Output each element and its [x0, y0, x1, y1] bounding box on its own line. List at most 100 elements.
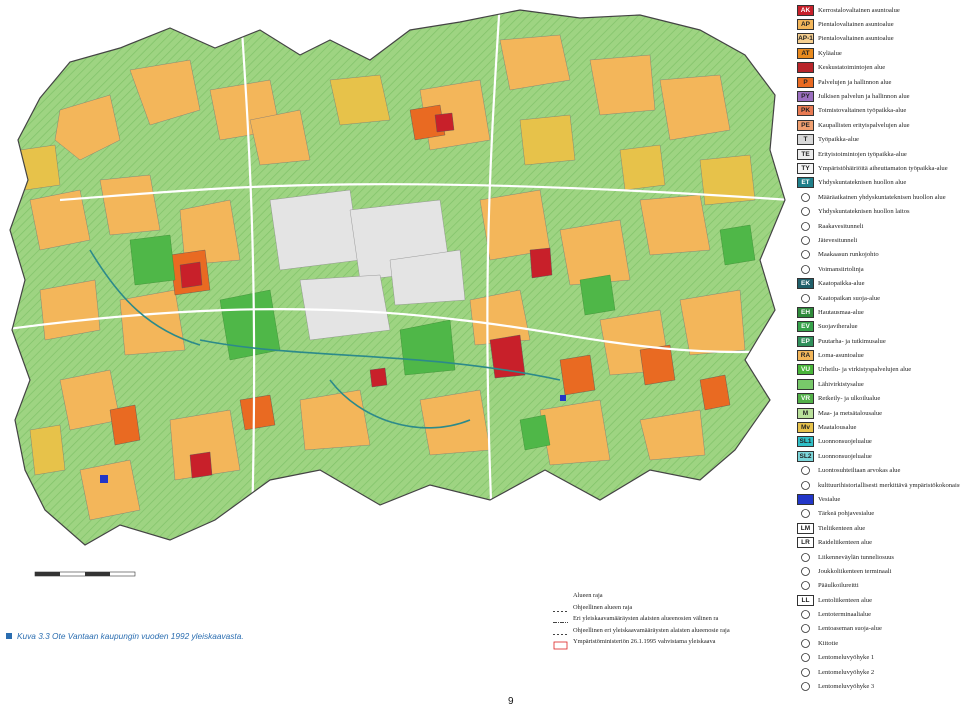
legend-item: SL2 Luonnonsuojelualue	[797, 449, 960, 463]
legend-item: AP Pientalovaltainen asuntoalue	[797, 17, 960, 31]
legend-item: Kaatopaikan suoja-alue	[797, 291, 960, 305]
caption-bullet-icon	[6, 633, 12, 639]
runway-icon	[797, 638, 814, 649]
legend-item: VR Retkeily- ja ulkoilualue	[797, 392, 960, 406]
legend-item: Joukkoliikenteen terminaali	[797, 564, 960, 578]
legend-swatch: TY	[797, 162, 814, 174]
legend-swatch: PK	[797, 105, 814, 117]
legend-label: Lentomeluvyöhyke 3	[818, 683, 875, 691]
legend-label: Keskustatoimintojen alue	[818, 64, 886, 72]
legend-item: TY Ympäristöhäiriöitä aiheuttamaton työpa…	[797, 161, 960, 175]
legend-item: Voimansiirtolinja	[797, 262, 960, 276]
legend-item: LL Lentoliikenteen alue	[797, 593, 960, 607]
legend-swatch: ET	[797, 177, 814, 189]
legend-swatch: AP-1	[797, 33, 814, 45]
legend-label: Retkeily- ja ulkoilualue	[818, 395, 881, 403]
legend-item: AK Kerrostalovaltainen asuntoalue	[797, 3, 960, 17]
legend-item: PY Julkisen palvelun ja hallinnon alue	[797, 89, 960, 103]
legend-swatch	[797, 378, 814, 390]
legend-swatch: P	[797, 76, 814, 88]
legend-swatch: TE	[797, 148, 814, 160]
legend-item: Luontosuhteiltaan arvokas alue	[797, 464, 960, 478]
legend-item: EP Puutarha- ja tutkimusalue	[797, 334, 960, 348]
dash-circle-icon	[797, 221, 814, 232]
legend-item: PK Toimistovaltainen työpaikka-alue	[797, 104, 960, 118]
legend-item: Lentoterminaalialue	[797, 607, 960, 621]
boundary-legend-label: Ympäristöministeriön 26.1.1995 vahvistam…	[573, 638, 716, 646]
legend-swatch: EH	[797, 306, 814, 318]
hatch-grey-icon	[797, 480, 814, 491]
legend-label: Lähivirkistysalue	[818, 380, 864, 388]
legend-item: SL1 Luonnonsuojelualue	[797, 435, 960, 449]
legend-item: Lentoaseman suoja-alue	[797, 622, 960, 636]
legend-item: VU Urheilu- ja virkistyspalvelujen alue	[797, 363, 960, 377]
legend-label: Raakavesitunneli	[818, 222, 864, 230]
legend-label: Kaatopaikka-alue	[818, 280, 865, 288]
hatch-green-icon	[797, 465, 814, 476]
legend-label: Toimistovaltainen työpaikka-alue	[818, 107, 907, 115]
legend-item: LR Raideliikenteen alue	[797, 535, 960, 549]
legend-label: Maatalousalue	[818, 424, 857, 432]
legend-label: Luontosuhteiltaan arvokas alue	[818, 467, 901, 475]
legend-item: kulttuurihistoriallisesti merkittävä ymp…	[797, 478, 960, 492]
noise-icon	[797, 667, 814, 678]
legend-label: Lentoaseman suoja-alue	[818, 625, 882, 633]
legend-item: Lentomeluvyöhyke 2	[797, 665, 960, 679]
legend-label: Lentoliikenteen alue	[818, 596, 873, 604]
legend-swatch	[797, 493, 814, 505]
legend-swatch: EP	[797, 335, 814, 347]
legend-label: Luonnonsuojelualue	[818, 452, 872, 460]
legend-label: Kyläalue	[818, 49, 842, 57]
legend-label: Tieliikenteen alue	[818, 524, 866, 532]
legend-label: Työpaikka-alue	[818, 136, 859, 144]
legend-item: Mv Maatalousalue	[797, 420, 960, 434]
boundary-line-icon	[553, 603, 568, 612]
map-regions	[10, 10, 785, 545]
legend-item: Liikenneväylän tunneliosuus	[797, 550, 960, 564]
boundary-legend-item: Ympäristöministeriön 26.1.1995 vahvistam…	[553, 636, 721, 650]
noise-icon	[797, 652, 814, 663]
tunnel-icon	[797, 552, 814, 563]
legend-label: Palvelujen ja hallinnon alue	[818, 78, 892, 86]
legend-label: Hautausmaa-alue	[818, 308, 864, 316]
legend-item: EV Suojaviheralue	[797, 320, 960, 334]
legend-label: Lentoterminaalialue	[818, 611, 872, 619]
legend-label: kulttuurihistoriallisesti merkittävä ymp…	[818, 481, 960, 489]
legend-swatch: EK	[797, 278, 814, 290]
legend-label: Erityistoimintojen työpaikka-alue	[818, 150, 907, 158]
noise-icon	[797, 681, 814, 692]
dots-icon	[797, 508, 814, 519]
legend-label: Kaupallisten erityispalvelujen alue	[818, 121, 910, 129]
legend-label: Lentomeluvyöhyke 1	[818, 654, 875, 662]
dotted-line-icon	[797, 580, 814, 591]
map-legend: AK Kerrostalovaltainen asuntoalue AP Pienta…	[797, 3, 960, 694]
legend-label: Pientalovaltainen asuntoalue	[818, 35, 894, 43]
legend-label: Voimansiirtolinja	[818, 265, 864, 273]
legend-label: Vesialue	[818, 495, 841, 503]
legend-swatch: LL	[797, 594, 814, 606]
legend-label: Raideliikenteen alue	[818, 539, 873, 547]
legend-label: Kiitotie	[818, 639, 839, 647]
legend-swatch: Mv	[797, 422, 814, 434]
legend-item: Raakavesitunneli	[797, 219, 960, 233]
boundary-legend-label: Alueen raja	[573, 592, 603, 600]
boundary-legend-label: Ohjeellinen alueen raja	[573, 603, 633, 611]
boundary-legend-item: Alueen raja	[553, 590, 721, 602]
legend-swatch: PE	[797, 119, 814, 131]
legend-label: Pientalovaltainen asuntoalue	[818, 21, 894, 29]
legend-label: Urheilu- ja virkistyspalvelujen alue	[818, 366, 912, 374]
legend-swatch: AT	[797, 47, 814, 59]
legend-swatch: T	[797, 134, 814, 146]
legend-item: LM Tieliikenteen alue	[797, 521, 960, 535]
plane-zone-icon	[797, 623, 814, 634]
legend-label: Tärkeä pohjavesialue	[818, 510, 875, 518]
legend-item: ET Yhdyskuntateknisen huollon alue	[797, 176, 960, 190]
legend-label: Maakaasun runkojohto	[818, 251, 879, 259]
terminal-icon	[797, 566, 814, 577]
boundary-legend-label: Ohjeellinen eri yleiskaavamääräysten ala…	[573, 626, 730, 634]
legend-swatch: VR	[797, 393, 814, 405]
legend-label: Julkisen palvelun ja hallinnon alue	[818, 93, 910, 101]
legend-swatch: M	[797, 407, 814, 419]
legend-item: PE Kaupallisten erityispalvelujen alue	[797, 118, 960, 132]
legend-swatch: SL1	[797, 436, 814, 448]
